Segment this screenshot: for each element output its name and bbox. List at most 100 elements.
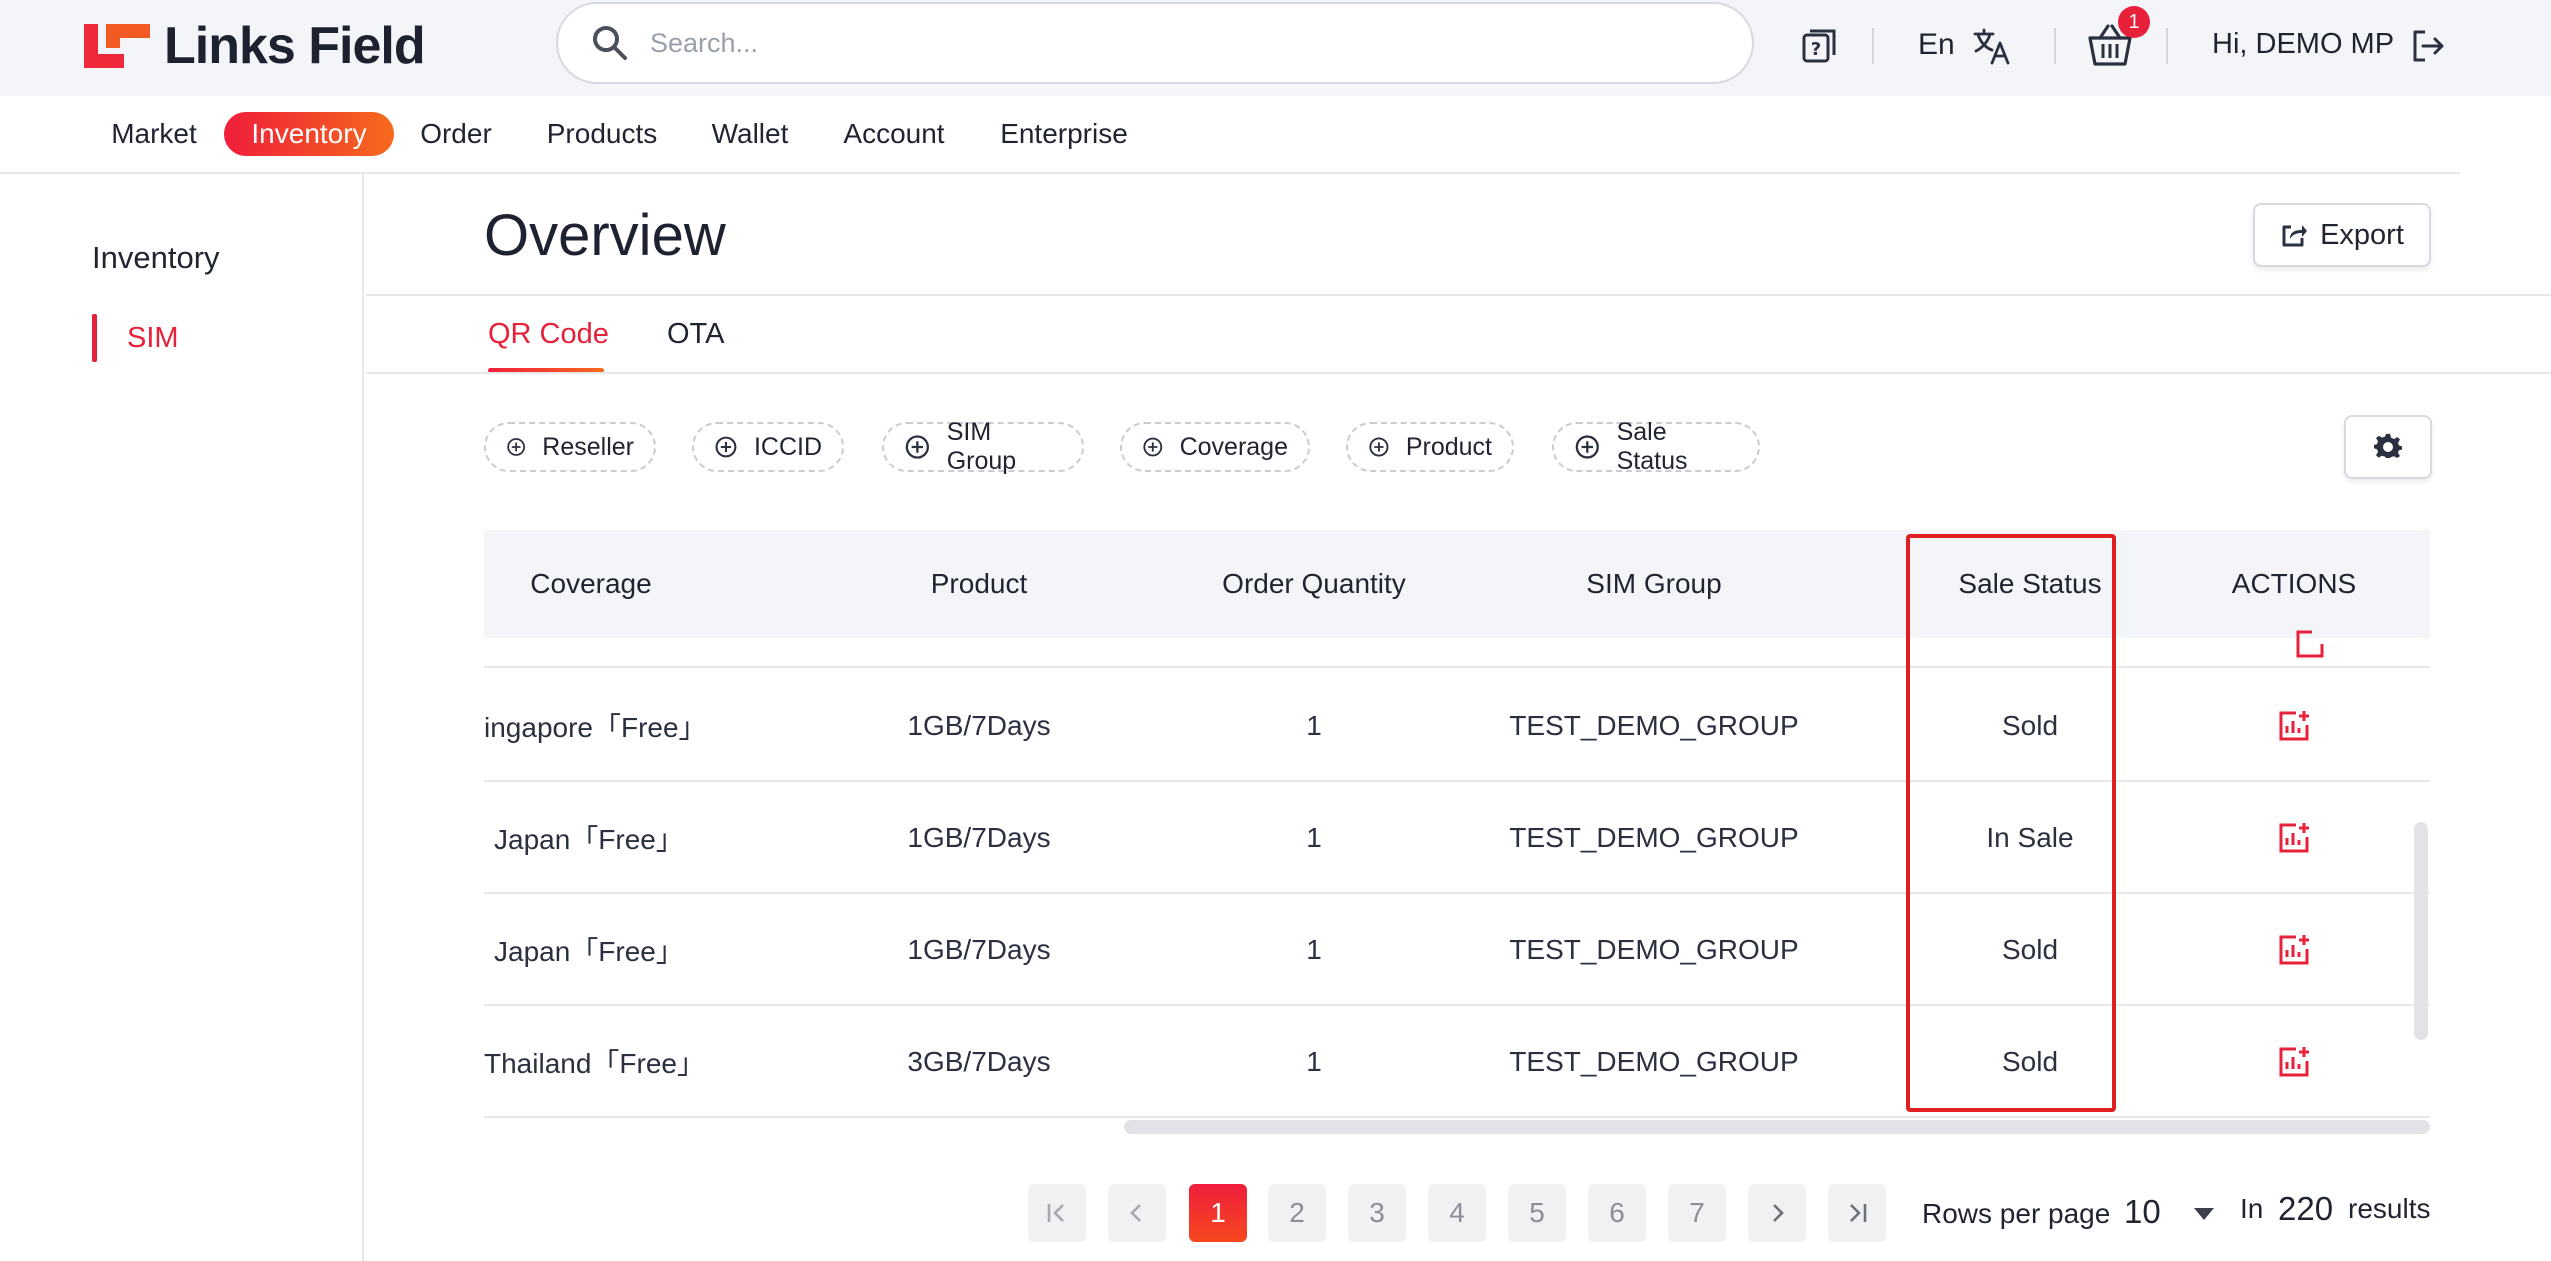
filter-chip-label: Reseller [542,432,634,461]
brand-name: Links Field [164,17,426,75]
sidebar: Inventory SIM [0,174,364,1261]
tab-ota[interactable]: OTA [667,318,724,351]
filter-chip-product[interactable]: Product [1346,422,1514,472]
cell-order-quantity: 1 [1306,710,1322,741]
add-chart-icon [2279,935,2309,965]
add-circle-icon [1575,435,1599,459]
cell-coverage: ingapore「Free」 [484,712,707,743]
search-input[interactable] [650,27,1650,59]
row-action-button[interactable] [2184,1006,2404,1118]
cell-order-quantity: 1 [1306,934,1322,965]
cell-coverage: Thailand「Free」 [484,1048,705,1079]
filter-chip-label: Sale Status [1616,418,1688,475]
next-page-button[interactable] [1748,1184,1806,1242]
cell-order-quantity: 1 [1306,822,1322,853]
header-divider [366,294,2551,296]
filter-chip-iccid[interactable]: ICCID [692,422,844,472]
cart-count-badge: 1 [2118,6,2150,38]
cell-coverage: Japan「Free」 [494,936,684,967]
row-action-button[interactable] [2184,894,2404,1006]
row-action-button[interactable] [2184,782,2404,894]
language-label[interactable]: En [1918,28,1955,62]
sidebar-item-sim[interactable]: SIM [92,314,292,362]
filter-chip-label: Product [1405,432,1492,461]
page-button-1[interactable]: 1 [1189,1184,1247,1242]
nav-item-enterprise[interactable]: Enterprise [990,112,1138,156]
nav-item-inventory[interactable]: Inventory [224,112,394,156]
main-nav: Market Inventory Order Products Wallet A… [0,96,2460,174]
last-page-icon [1850,1204,1867,1222]
table-row[interactable]: Thailand「Free」 3GB/7Days 1 TEST_DEMO_GRO… [484,1006,2430,1118]
add-chart-icon [2279,1047,2309,1077]
filter-chip-sim-group[interactable]: SIM Group [882,418,1084,475]
last-page-button[interactable] [1828,1184,1886,1242]
filter-chip-coverage[interactable]: Coverage [1120,422,1310,472]
table-row[interactable]: ingapore「Free」 1GB/7Days 1 TEST_DEMO_GRO… [484,670,2430,782]
nav-item-wallet[interactable]: Wallet [700,112,800,156]
brand-logo[interactable]: Links Field [84,17,426,75]
user-greeting[interactable]: Hi, DEMO MP [2212,28,2394,61]
export-button[interactable]: Export [2253,203,2431,267]
logo-mark-icon [84,24,150,68]
results-suffix: results [2348,1193,2431,1224]
filter-chip-sale-status[interactable]: Sale Status [1552,418,1760,475]
nav-item-products[interactable]: Products [536,112,668,156]
add-chart-icon [2279,823,2309,853]
cell-sim-group: TEST_DEMO_GROUP [1509,822,1799,853]
header-divider [2054,28,2056,64]
cell-sim-group: TEST_DEMO_GROUP [1509,710,1799,741]
results-prefix: In [2240,1193,2264,1224]
translate-icon[interactable] [1972,26,2012,66]
nav-item-market[interactable]: Market [96,112,212,156]
cell-sale-status: Sold [2001,934,2059,965]
page-button-6[interactable]: 6 [1588,1184,1646,1242]
page-button-5[interactable]: 5 [1508,1184,1566,1242]
chevron-left-icon [1130,1204,1141,1222]
column-header-sale-status[interactable]: Sale Status [1908,530,2152,638]
cell-sim-group: TEST_DEMO_GROUP [1509,934,1799,965]
nav-item-order[interactable]: Order [408,112,504,156]
table-row[interactable]: Japan「Free」 1GB/7Days 1 TEST_DEMO_GROUP … [484,894,2430,1006]
search-icon [593,26,627,60]
logout-icon[interactable] [2410,28,2446,64]
table-settings-button[interactable] [2344,415,2432,479]
filter-chip-label: Coverage [1179,432,1288,461]
horizontal-scrollbar[interactable] [1124,1120,2430,1134]
column-header-product[interactable]: Product [834,530,1124,638]
table-row[interactable]: Japan「Free」 1GB/7Days 1 TEST_DEMO_GROUP … [484,782,2430,894]
cell-coverage: Japan「Free」 [494,824,684,855]
prev-page-button[interactable] [1108,1184,1166,1242]
cell-product: 1GB/7Days [907,710,1051,741]
share-icon [2282,225,2308,247]
row-action-button[interactable] [2184,670,2404,782]
page-title: Overview [484,203,726,268]
column-header-sim-group[interactable]: SIM Group [1484,530,1824,638]
help-icon[interactable]: ? [1800,26,1838,64]
first-page-button[interactable] [1028,1184,1086,1242]
cell-sale-status: Sold [2001,710,2059,741]
add-circle-icon [1143,437,1163,457]
page-button-7[interactable]: 7 [1668,1184,1726,1242]
page-button-2[interactable]: 2 [1268,1184,1326,1242]
top-bar: Links Field ? En 1 Hi, DE [0,0,2551,96]
cell-sim-group: TEST_DEMO_GROUP [1509,1046,1799,1077]
page-button-4[interactable]: 4 [1428,1184,1486,1242]
add-chart-icon [2279,711,2309,741]
chevron-down-icon[interactable] [2194,1208,2214,1220]
nav-item-account[interactable]: Account [830,112,958,156]
page-button-3[interactable]: 3 [1348,1184,1406,1242]
tab-qr-code[interactable]: QR Code [488,318,609,351]
search-bar[interactable] [556,2,1754,84]
column-header-order-quantity[interactable]: Order Quantity [1164,530,1464,638]
results-total: 220 [2278,1190,2334,1227]
column-header-coverage[interactable]: Coverage [484,530,698,638]
cell-product: 1GB/7Days [907,822,1051,853]
cell-product: 3GB/7Days [907,1046,1051,1077]
rows-per-page-select[interactable]: 10 [2124,1193,2161,1231]
add-circle-icon [507,438,525,456]
sidebar-title: Inventory [92,240,220,275]
filter-chip-reseller[interactable]: Reseller [484,422,656,472]
add-circle-icon [905,435,929,459]
vertical-scrollbar[interactable] [2414,822,2428,1040]
cell-product: 1GB/7Days [907,934,1051,965]
